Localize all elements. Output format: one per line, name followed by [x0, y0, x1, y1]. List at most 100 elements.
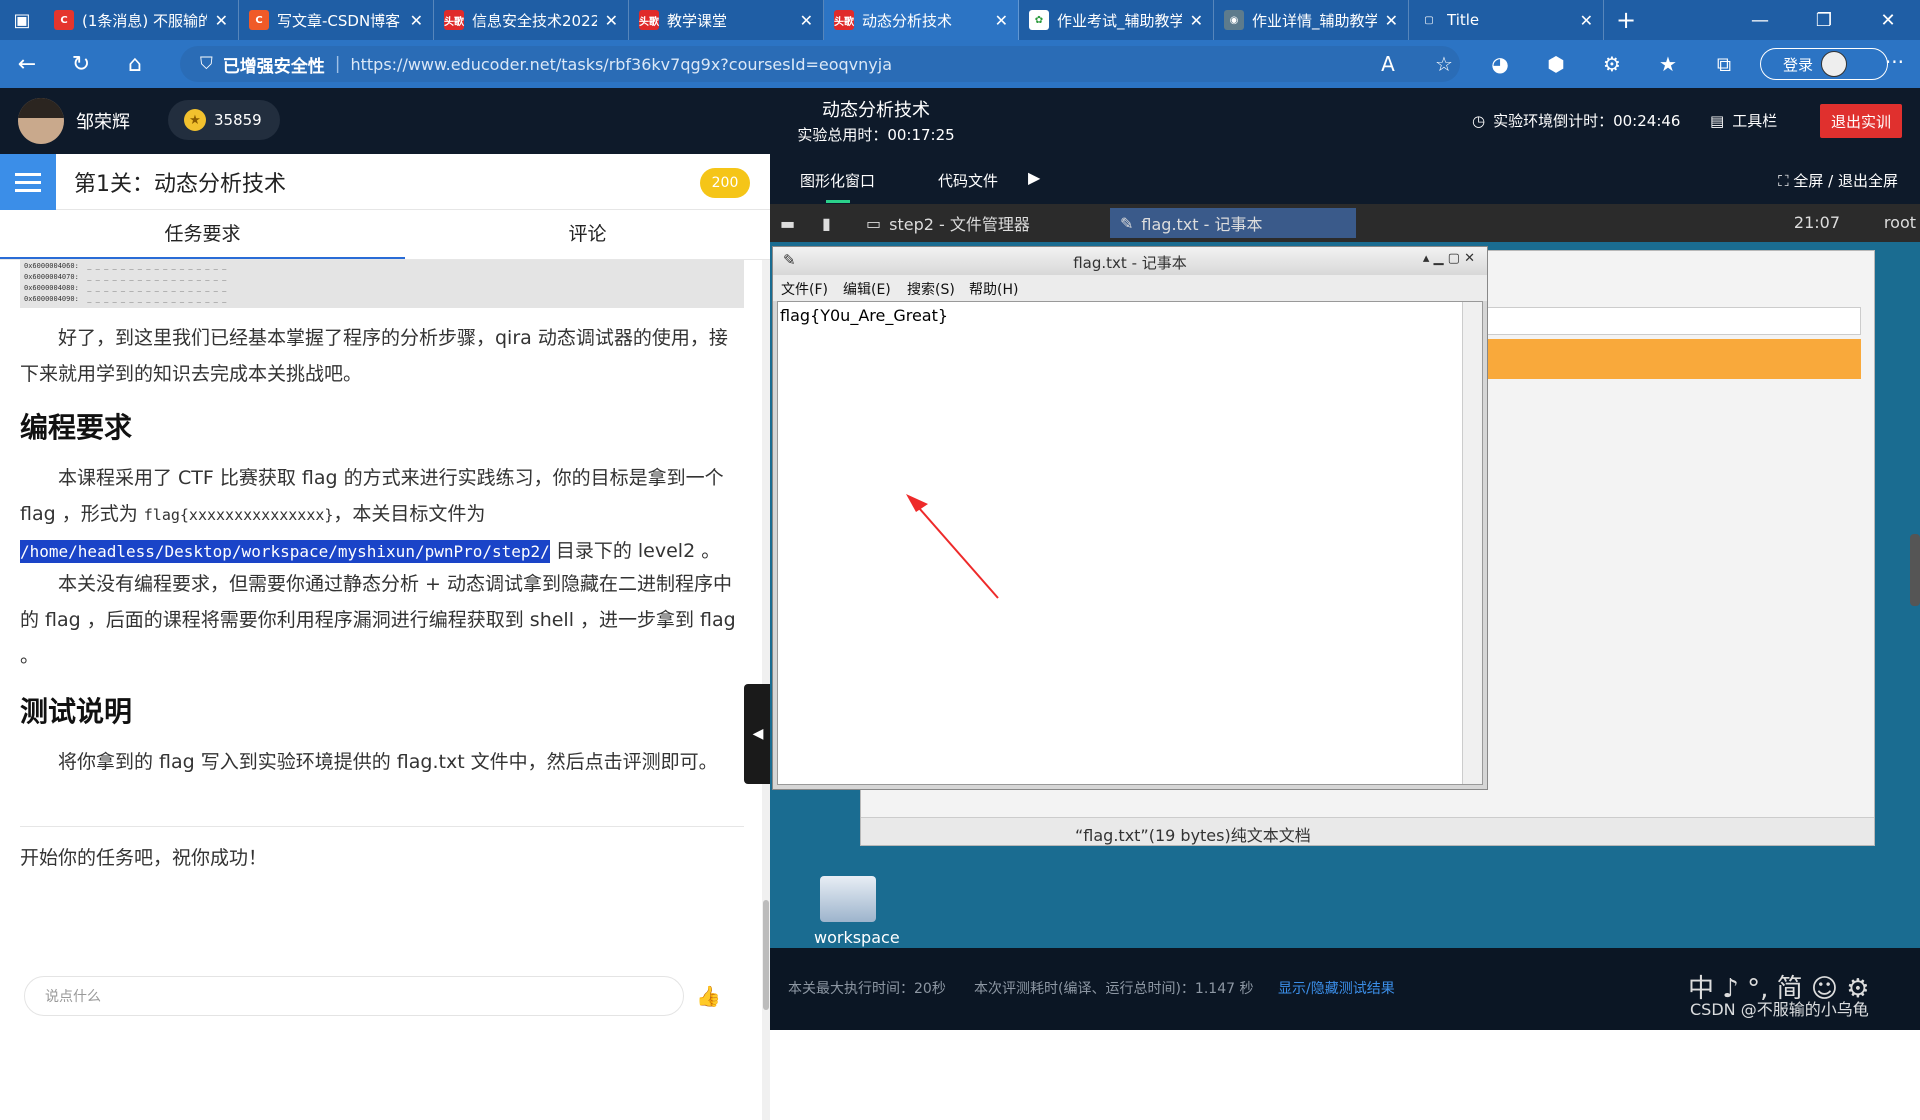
- browser-tab[interactable]: ✿ 作业考试_辅助教学 ✕: [1019, 0, 1214, 40]
- mem-line: 0x6000004080: _ _ _ _ _ _ _ _ _ _ _ _ _ …: [24, 284, 227, 292]
- divider: [20, 826, 744, 827]
- fullscreen-button[interactable]: ⛶ 全屏 / 退出全屏: [1778, 170, 1898, 191]
- extensions-icon[interactable]: ⚙: [1584, 52, 1640, 76]
- tab-close-icon[interactable]: ✕: [1580, 11, 1593, 30]
- browser-toolbar: A ☆ ◕ ⬢ ⚙ ★ ⧉: [1381, 40, 1752, 88]
- tab-favicon-icon: C: [249, 10, 269, 30]
- countdown: ◷ 实验环境倒计时：00:24:46: [1472, 110, 1680, 131]
- flag-format-code: flag{xxxxxxxxxxxxxxx}: [143, 506, 334, 524]
- memory-screenshot: 0x6000004060: _ _ _ _ _ _ _ _ _ _ _ _ _ …: [20, 260, 744, 308]
- tab-code-files[interactable]: 代码文件: [938, 170, 998, 191]
- tab-title: 作业详情_辅助教学: [1252, 11, 1377, 30]
- refresh-icon[interactable]: ↻: [54, 40, 108, 88]
- close-icon[interactable]: ✕: [1856, 0, 1920, 40]
- tab-comment[interactable]: 评论: [405, 210, 770, 259]
- tab-favicon-icon: C: [54, 10, 74, 30]
- like-icon[interactable]: 👍: [696, 984, 721, 1008]
- tab-close-icon[interactable]: ✕: [1385, 11, 1398, 30]
- shield-icon: ⛉: [200, 54, 213, 74]
- target-path[interactable]: /home/headless/Desktop/workspace/myshixu…: [20, 540, 550, 563]
- play-icon[interactable]: ▶: [1028, 168, 1040, 187]
- ublock-icon[interactable]: ⬢: [1528, 52, 1584, 76]
- browser-tab[interactable]: 头歌 教学课堂 ✕: [629, 0, 824, 40]
- browser-tab[interactable]: C 写文章-CSDN博客 ✕: [239, 0, 434, 40]
- browser-tab[interactable]: 头歌 动态分析技术 ✕: [824, 0, 1019, 40]
- countdown-text: 实验环境倒计时：00:24:46: [1493, 112, 1681, 130]
- comment-input[interactable]: 说点什么: [24, 976, 684, 1016]
- tab-close-icon[interactable]: ✕: [800, 11, 813, 30]
- browser-tab-bar: ▣ C (1条消息) 不服输的 ✕ C 写文章-CSDN博客 ✕ 头歌 信息安全技术2022 ✕…: [0, 0, 1920, 40]
- tab-gui-window[interactable]: 图形化窗口: [800, 170, 875, 203]
- environment-panel: 图形化窗口 代码文件 ▶ ⛶ 全屏 / 退出全屏 ▬ ▮ ▭ step2 - 文件…: [770, 154, 1920, 1030]
- window-controls: — ❐ ✕: [1728, 0, 1920, 40]
- vnc-desktop[interactable]: ▬ ▮ ▭ step2 - 文件管理器 ✎ flag.txt - 记事本 21:07…: [770, 204, 1920, 948]
- toolbox-button[interactable]: ▤ 工具栏: [1710, 110, 1777, 131]
- browser-tab[interactable]: ▢ Title ✕: [1409, 0, 1604, 40]
- menu-icon[interactable]: [0, 154, 56, 210]
- collections-icon[interactable]: ⧉: [1696, 52, 1752, 76]
- tab-actions-icon[interactable]: ▣: [0, 0, 44, 40]
- clock-icon: ◷: [1472, 111, 1486, 130]
- url-text[interactable]: https://www.educoder.net/tasks/rbf36kv7q…: [350, 55, 892, 74]
- evaluation-status: 本关最大执行时间：20秒 本次评测耗时(编译、运行总时间)：1.147 秒 显示…: [770, 948, 1920, 1030]
- tab-title: Title: [1447, 11, 1480, 29]
- read-aloud-icon[interactable]: A: [1360, 52, 1416, 76]
- mem-line: 0x6000004090: _ _ _ _ _ _ _ _ _ _ _ _ _ …: [24, 295, 227, 303]
- mem-line: 0x6000004060: _ _ _ _ _ _ _ _ _ _ _ _ _ …: [24, 262, 227, 270]
- tab-favicon-icon: 头歌: [444, 10, 464, 30]
- url-bar[interactable]: ⛉ 已增强安全性 | https://www.educoder.net/task…: [180, 46, 1460, 82]
- heading-test: 测试说明: [20, 695, 133, 728]
- minimize-icon[interactable]: —: [1728, 0, 1792, 40]
- browser-tab[interactable]: 头歌 信息安全技术2022 ✕: [434, 0, 629, 40]
- exit-button[interactable]: 退出实训: [1820, 104, 1902, 138]
- level-title: 第1关：动态分析技术: [74, 172, 286, 197]
- collapse-panel-icon[interactable]: ◀: [744, 684, 772, 784]
- new-tab-button[interactable]: +: [1604, 0, 1648, 40]
- tab-close-icon[interactable]: ✕: [1190, 11, 1203, 30]
- maximize-icon[interactable]: ❐: [1792, 0, 1856, 40]
- req-text-c: 目录下的 level2 。: [555, 540, 721, 562]
- login-button[interactable]: 登录: [1760, 48, 1888, 80]
- tab-task[interactable]: 任务要求: [0, 210, 405, 259]
- tab-close-icon[interactable]: ✕: [215, 11, 228, 30]
- back-icon[interactable]: ←: [0, 40, 54, 88]
- more-icon[interactable]: ···: [1885, 50, 1904, 74]
- tab-favicon-icon: 头歌: [834, 10, 854, 30]
- task-panel: 第1关：动态分析技术 200 任务要求 评论 0x6000004060: _ _…: [0, 154, 772, 1120]
- tab-title: 教学课堂: [667, 11, 728, 30]
- level-header: 第1关：动态分析技术 200: [0, 154, 770, 210]
- tab-close-icon[interactable]: ✕: [410, 11, 423, 30]
- environment-tabs: 图形化窗口 代码文件 ▶ ⛶ 全屏 / 退出全屏: [770, 154, 1920, 204]
- address-bar-row: ← ↻ ⌂ ⛉ 已增强安全性 | https://www.educoder.ne…: [0, 40, 1920, 88]
- task-tabs: 任务要求 评论: [0, 210, 770, 260]
- home-icon[interactable]: ⌂: [108, 40, 162, 88]
- paragraph-goodluck: 开始你的任务吧，祝你成功！: [20, 847, 268, 869]
- toolbox-icon: ▤: [1710, 111, 1725, 130]
- tab-close-icon[interactable]: ✕: [605, 11, 618, 30]
- tab-favicon-icon: 头歌: [639, 10, 659, 30]
- workspace-folder-icon[interactable]: [820, 876, 876, 922]
- tab-close-icon[interactable]: ✕: [995, 11, 1008, 30]
- paragraph-requirement: 本课程采用了 CTF 比赛获取 flag 的方式来进行实践练习，你的目标是拿到一…: [20, 460, 740, 570]
- eval-time: 本次评测耗时(编译、运行总时间)：1.147 秒: [974, 981, 1254, 997]
- task-content: 0x6000004060: _ _ _ _ _ _ _ _ _ _ _ _ _ …: [0, 260, 760, 960]
- toggle-test-results[interactable]: 显示/隐藏测试结果: [1278, 978, 1395, 998]
- browser-tab[interactable]: C (1条消息) 不服输的 ✕: [44, 0, 239, 40]
- app-header: 邹荣辉 ★ 35859 动态分析技术 实验总用时：00:17:25 ◷ 实验环境…: [0, 88, 1920, 154]
- annotation-arrow: [906, 494, 999, 599]
- tab-title: 写文章-CSDN博客: [277, 11, 401, 30]
- right-edge-handle[interactable]: [1910, 534, 1920, 606]
- tab-favicon-icon: ▢: [1419, 10, 1439, 30]
- max-time: 本关最大执行时间：20秒: [788, 981, 946, 997]
- paragraph-note: 本关没有编程要求，但需要你通过静态分析 + 动态调试拿到隐藏在二进制程序中的 f…: [20, 573, 736, 667]
- toolbox-label: 工具栏: [1732, 112, 1778, 130]
- extension-icon[interactable]: ◕: [1472, 52, 1528, 76]
- favorite-add-icon[interactable]: ☆: [1416, 52, 1472, 76]
- login-label: 登录: [1783, 55, 1814, 74]
- favorites-icon[interactable]: ★: [1640, 52, 1696, 76]
- browser-tab[interactable]: ◉ 作业详情_辅助教学 ✕: [1214, 0, 1409, 40]
- mem-line: 0x6000004070: _ _ _ _ _ _ _ _ _ _ _ _ _ …: [24, 273, 227, 281]
- tab-title: 动态分析技术: [862, 11, 953, 30]
- tab-title: (1条消息) 不服输的: [82, 11, 207, 30]
- workspace-label[interactable]: workspace: [814, 928, 900, 947]
